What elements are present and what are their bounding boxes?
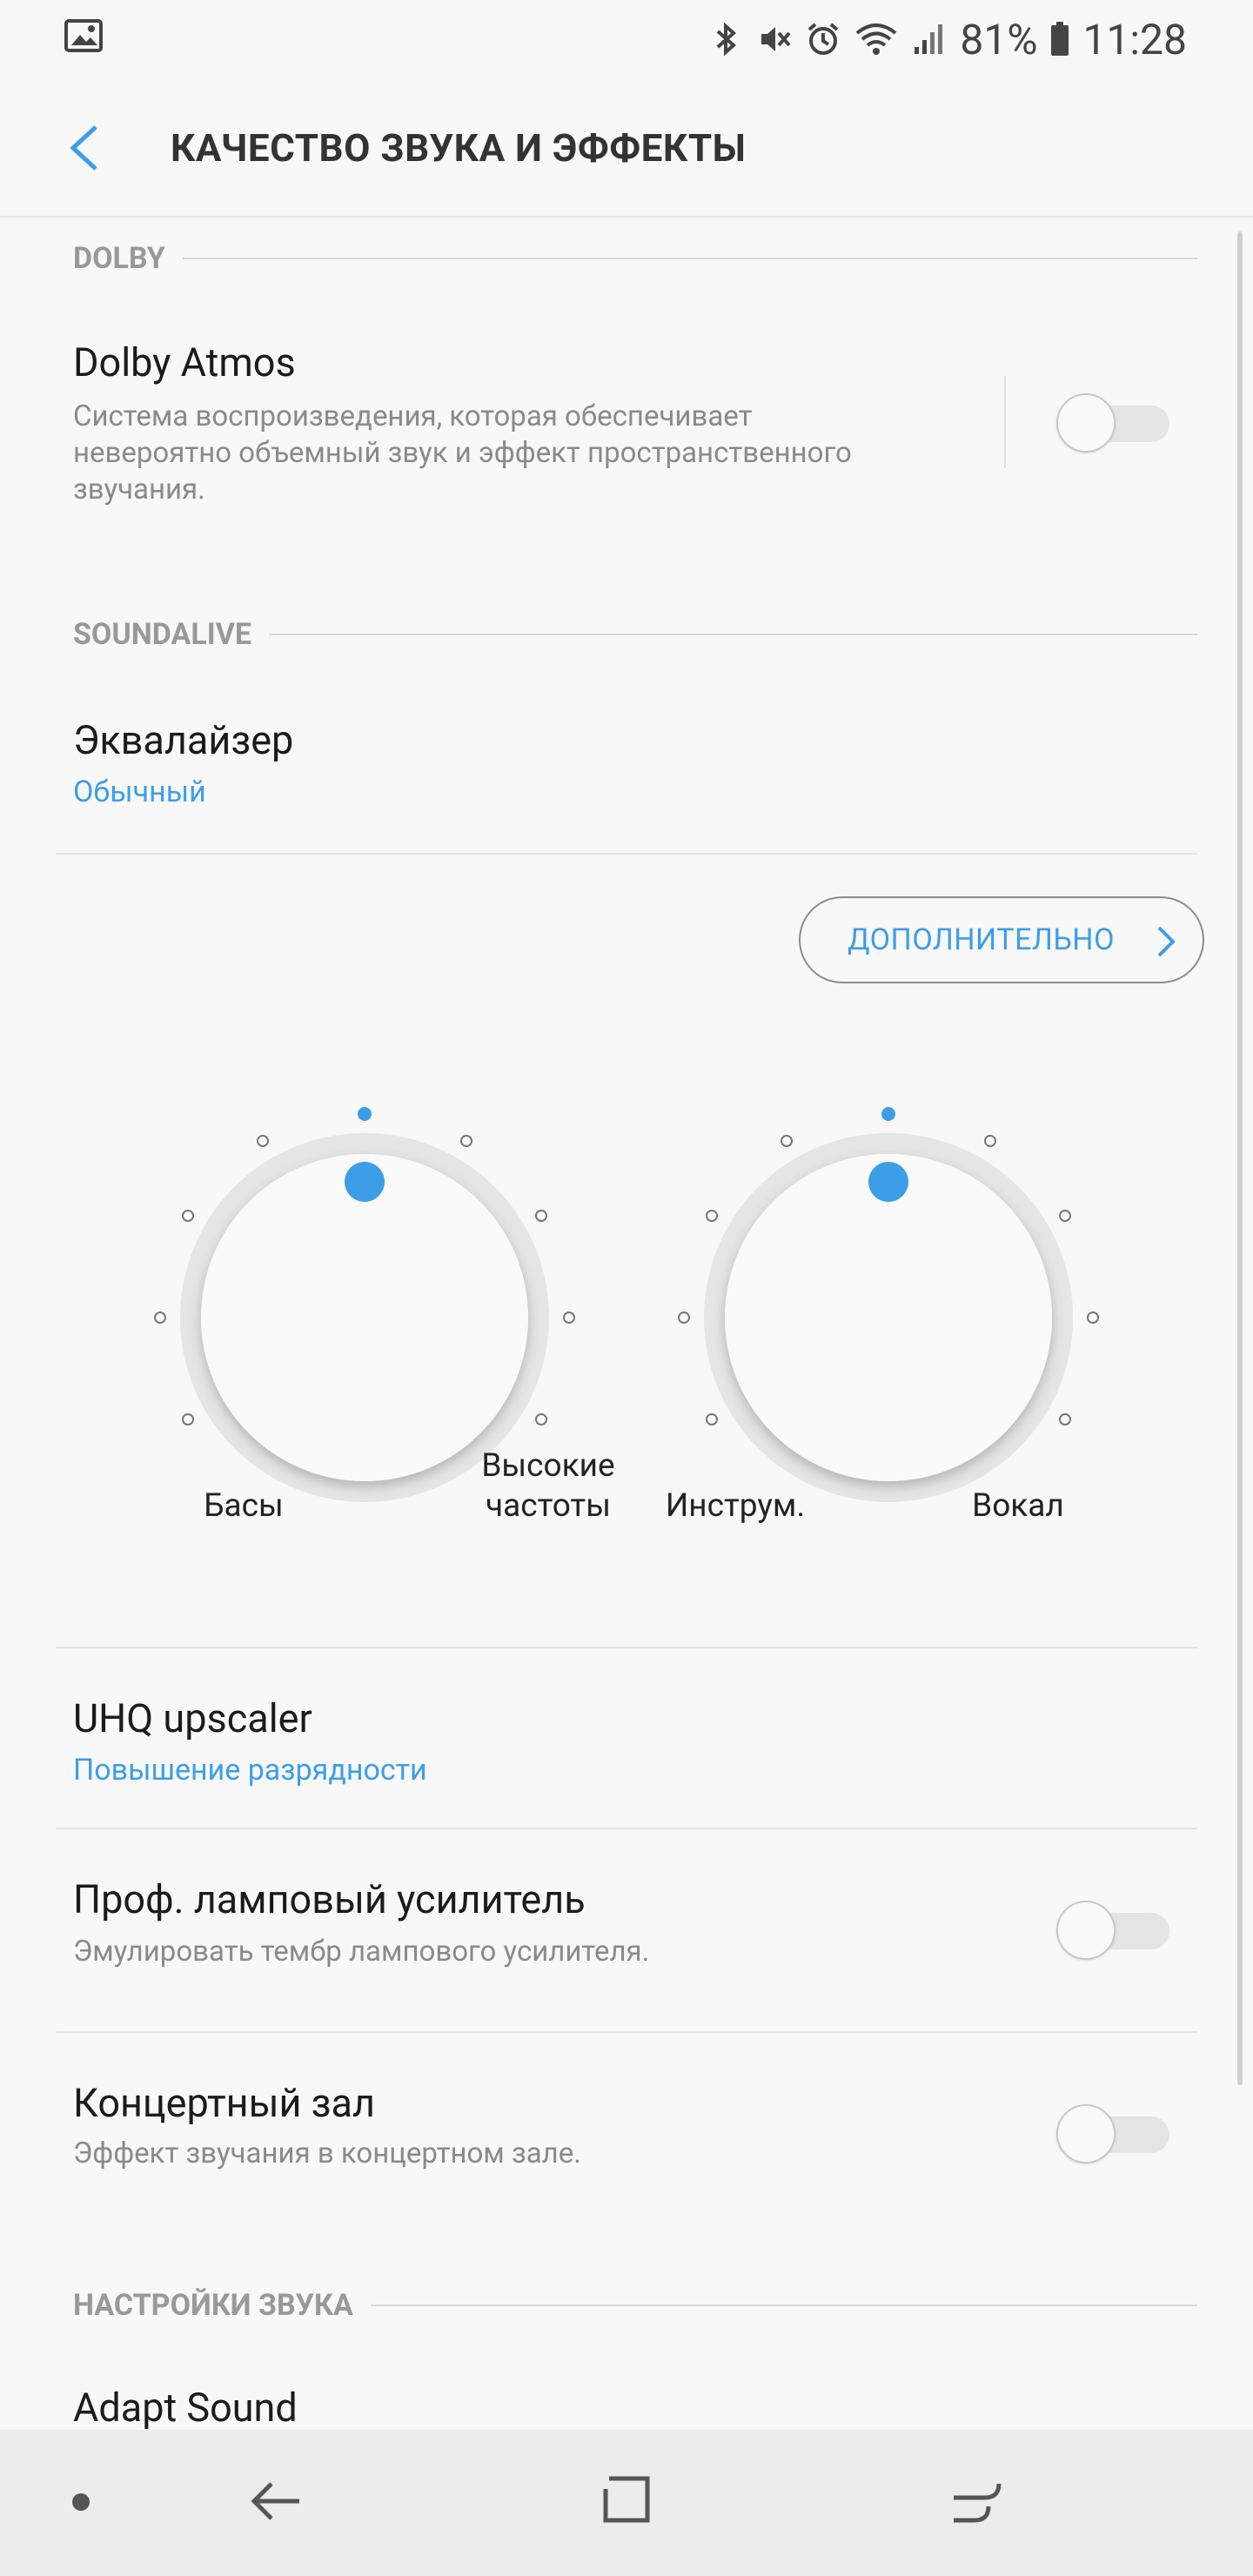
concert-hall-title: Концертный зал [73,2080,375,2126]
section-label: SOUNDALIVE [73,617,252,652]
equalizer-title: Эквалайзер [73,717,294,763]
toggle-knob [1056,1901,1116,1960]
concert-hall-desc: Эффект звучания в концертном зале. [73,2137,581,2170]
dolby-atmos-desc-1: Система воспроизведения, которая обеспеч… [73,399,753,433]
toggle-knob [1056,393,1116,453]
wifi-icon [856,23,897,55]
treble-label-line2: частоты [486,1487,611,1525]
alarm-icon [808,23,839,55]
toggle-knob [1056,2104,1116,2163]
section-divider [182,258,1197,259]
section-divider [269,634,1197,635]
bass-label: Басы [204,1487,284,1525]
divider [56,1828,1197,1829]
dolby-atmos-title: Dolby Atmos [73,339,296,386]
uhq-title: UHQ upscaler [73,1695,312,1741]
image-icon [64,19,103,52]
section-divider [370,2304,1197,2306]
signal-icon [915,24,943,54]
chevron-right-icon [1157,926,1176,957]
clock: 11:28 [1082,14,1187,64]
recent-apps-icon[interactable] [950,2475,1002,2527]
dot-icon[interactable] [71,2492,90,2512]
dolby-atmos-desc-3: звучания. [73,473,205,506]
equalizer-value: Обычный [73,775,206,809]
home-button-icon[interactable] [599,2475,651,2527]
more-button[interactable]: ДОПОЛНИТЕЛЬНО [799,896,1204,983]
instrument-label: Инструм. [665,1487,806,1525]
knob-indicator [868,1162,908,1202]
knob-indicator [345,1162,385,1202]
treble-label-line1: Высокие [481,1447,615,1485]
knob-body [201,1154,528,1481]
battery-icon [1051,22,1069,56]
vertical-divider [1004,376,1006,468]
uhq-value: Повышение разрядности [73,1753,427,1788]
dolby-atmos-desc-2: невероятно объемный звук и эффект простр… [73,436,852,470]
back-arrow-icon[interactable] [61,122,110,174]
divider [56,853,1197,855]
divider [56,1647,1197,1648]
section-header-dolby: DOLBY [73,237,1197,280]
section-header-sound-settings: НАСТРОЙКИ ЗВУКА [73,2284,1197,2327]
dolby-atmos-toggle[interactable] [1056,393,1169,453]
section-label: DOLBY [73,241,165,276]
title-bar: КАЧЕСТВО ЗВУКА И ЭФФЕКТЫ [0,78,1253,218]
concert-hall-toggle[interactable] [1056,2104,1169,2163]
bluetooth-icon [717,22,737,57]
tube-amp-toggle[interactable] [1056,1901,1169,1960]
back-button-icon[interactable] [249,2473,305,2529]
adapt-sound-title[interactable]: Adapt Sound [73,2385,298,2431]
knob-body [725,1154,1052,1481]
bass-treble-knob[interactable] [154,1107,575,1502]
mute-icon [761,27,791,51]
tube-amp-title: Проф. ламповый усилитель [73,1876,586,1922]
section-header-soundalive: SOUNDALIVE [73,613,1197,656]
vocal-label: Вокал [972,1487,1064,1525]
status-bar: 81% 11:28 [0,0,1253,78]
more-button-label: ДОПОЛНИТЕЛЬНО [848,922,1115,957]
soundalive-knobs: Басы Высокие частоты Инструм. Вокал [0,1079,1253,1566]
instr-vocal-knob[interactable] [678,1107,1099,1502]
tube-amp-desc: Эмулировать тембр лампового усилителя. [73,1935,650,1969]
battery-percent: 81% [960,14,1038,64]
divider [56,2031,1197,2033]
page-title: КАЧЕСТВО ЗВУКА И ЭФФЕКТЫ [171,125,747,171]
section-label: НАСТРОЙКИ ЗВУКА [73,2288,353,2323]
navigation-bar [0,2430,1253,2576]
